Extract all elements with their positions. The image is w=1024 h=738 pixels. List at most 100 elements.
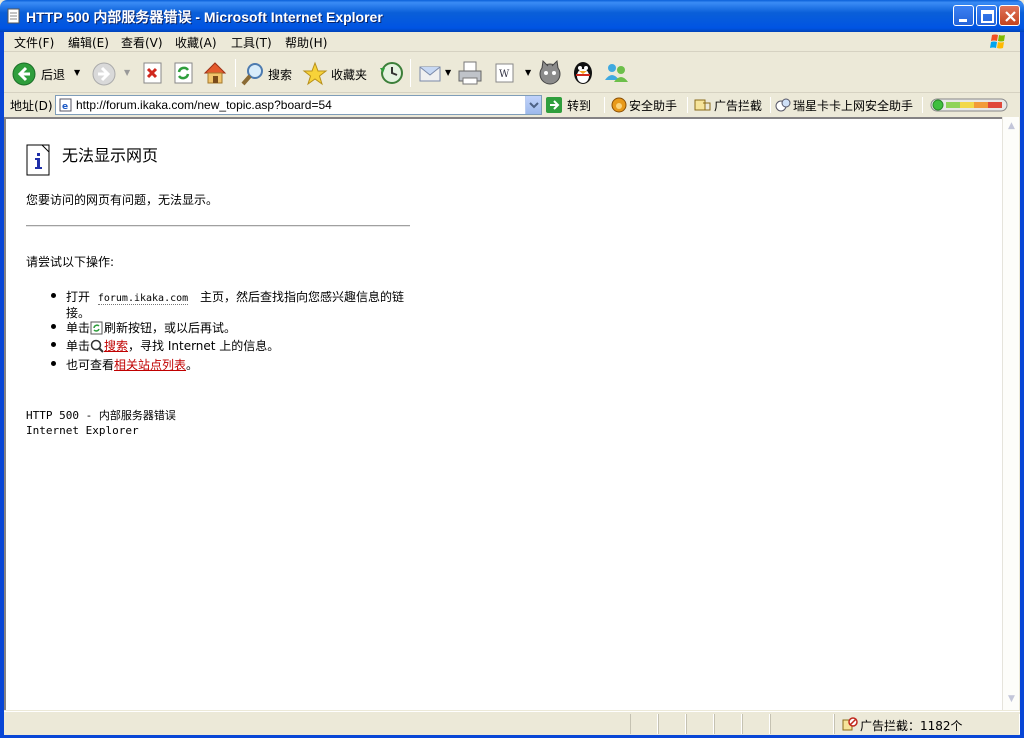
close-button[interactable]	[999, 5, 1020, 26]
lion-shield-icon	[611, 97, 627, 113]
menu-view[interactable]: 查看(V)	[121, 34, 163, 51]
security-helper-label: 安全助手	[629, 99, 678, 113]
svg-text:W: W	[499, 69, 510, 80]
scroll-up-icon[interactable]: ▲	[1004, 119, 1019, 134]
status-cell	[658, 714, 686, 734]
back-dropdown-icon[interactable]: ▼	[74, 68, 80, 77]
rising-helper-icon	[775, 98, 791, 112]
search-link[interactable]: 搜索	[104, 339, 128, 353]
ad-block-icon	[694, 99, 711, 111]
list-item: 打开 forum.ikaka.com 主页，然后查找指向您感兴趣信息的链	[66, 288, 404, 305]
back-button[interactable]: 后退	[10, 58, 80, 88]
go-label: 转到	[567, 99, 592, 113]
try-label: 请尝试以下操作:	[26, 255, 115, 269]
status-cell	[714, 714, 742, 734]
menu-favorites[interactable]: 收藏(A)	[175, 34, 217, 51]
homepage-link[interactable]: forum.ikaka.com	[97, 293, 189, 305]
history-icon[interactable]	[378, 60, 404, 86]
refresh-icon[interactable]	[173, 62, 195, 84]
standard-toolbar: 后退 ▼ ▼ 搜索 收藏夹 ▼ W ▼	[4, 53, 1020, 93]
edit-word-icon[interactable]: W	[494, 62, 516, 84]
related-sites-link[interactable]: 相关站点列表	[114, 358, 186, 372]
scroll-down-icon[interactable]: ▼	[1004, 692, 1019, 707]
messenger-icon[interactable]	[602, 60, 630, 86]
window-frame-right	[1020, 32, 1024, 738]
search-icon	[241, 63, 263, 86]
qq-penguin-icon[interactable]	[570, 59, 596, 87]
bullet-icon	[51, 361, 56, 366]
error-message: 您要访问的网页有问题，无法显示。	[26, 193, 219, 207]
address-dropdown-button[interactable]	[525, 96, 541, 114]
refresh-icon	[90, 321, 103, 335]
vertical-scrollbar[interactable]: ▲ ▼	[1002, 117, 1019, 710]
title-bar: HTTP 500 内部服务器错误 - Microsoft Internet Ex…	[0, 0, 1024, 32]
bullet-icon	[51, 342, 56, 347]
menu-help[interactable]: 帮助(H)	[285, 34, 327, 51]
star-icon	[302, 61, 328, 86]
list-item: 也可查看相关站点列表。	[66, 356, 198, 373]
back-label: 后退	[41, 68, 66, 82]
menu-edit[interactable]: 编辑(E)	[68, 34, 109, 51]
menu-file[interactable]: 文件(F)	[14, 34, 54, 51]
list-item-text: 刷新按钮，或以后再试。	[104, 321, 237, 335]
menu-bar: 文件(F) 编辑(E) 查看(V) 收藏(A) 工具(T) 帮助(H)	[4, 32, 1020, 52]
forward-arrow-icon[interactable]	[92, 62, 116, 86]
status-cell	[742, 714, 770, 734]
maximize-button[interactable]	[976, 5, 997, 26]
svg-text:e: e	[62, 102, 68, 112]
list-item-text: 单击	[66, 321, 91, 335]
security-level-meter-icon	[930, 98, 1008, 112]
bullet-icon	[51, 293, 56, 298]
ad-block-count: 广告拦截：1182个	[860, 719, 963, 733]
divider	[26, 225, 410, 227]
list-item-text: 主页，然后查找指向您感兴趣信息的链	[199, 290, 404, 304]
list-item-text: ，寻找 Internet 上的信息。	[128, 339, 280, 353]
page-heading: 无法显示网页	[62, 146, 159, 165]
address-separator	[687, 97, 688, 113]
status-cell	[686, 714, 714, 734]
status-bar: 广告拦截：1182个	[4, 711, 1020, 735]
toolbar-separator	[410, 59, 411, 87]
minimize-button[interactable]	[953, 5, 974, 26]
window-title: HTTP 500 内部服务器错误 - Microsoft Internet Ex…	[26, 9, 383, 25]
ie-page-icon: e	[59, 98, 72, 112]
list-item: 单击 刷新按钮，或以后再试。	[66, 319, 236, 336]
document-icon	[7, 8, 20, 24]
list-item: 单击 搜索，寻找 Internet 上的信息。	[66, 337, 279, 354]
stop-icon[interactable]	[142, 62, 164, 84]
address-separator	[604, 97, 605, 113]
bullet-icon	[51, 324, 56, 329]
list-item-text: 打开	[66, 290, 91, 304]
address-bar: 地址(D) e http://forum.ikaka.com/new_topic…	[4, 94, 1020, 116]
favorites-label: 收藏夹	[331, 68, 368, 82]
address-label: 地址(D)	[10, 99, 53, 113]
status-cell	[630, 714, 658, 734]
address-url: http://forum.ikaka.com/new_topic.asp?boa…	[76, 98, 332, 112]
mail-icon[interactable]	[418, 62, 444, 84]
info-icon	[26, 144, 50, 176]
edit-dropdown-icon[interactable]: ▼	[525, 68, 531, 77]
print-icon[interactable]	[456, 60, 484, 86]
error-code: HTTP 500 - 内部服务器错误	[26, 409, 176, 422]
address-input[interactable]: e http://forum.ikaka.com/new_topic.asp?b…	[55, 95, 542, 115]
list-item-text: 也可查看	[66, 358, 115, 372]
mail-dropdown-icon[interactable]: ▼	[445, 68, 451, 77]
favorites-button[interactable]: 收藏夹	[302, 58, 372, 88]
forward-dropdown-icon[interactable]: ▼	[124, 68, 130, 77]
back-arrow-icon	[12, 62, 36, 86]
error-source: Internet Explorer	[26, 424, 139, 437]
list-item-text: 。	[186, 358, 199, 372]
toolbar-separator	[235, 59, 236, 87]
status-cell	[770, 714, 834, 734]
search-button[interactable]: 搜索	[240, 58, 296, 88]
ad-block-status-icon[interactable]	[842, 716, 858, 732]
menu-tools[interactable]: 工具(T)	[231, 34, 272, 51]
go-arrow-icon	[546, 97, 562, 113]
rising-cat-icon[interactable]	[537, 59, 563, 87]
rising-helper-label: 瑞星卡卡上网安全助手	[793, 99, 914, 113]
windows-logo-icon	[990, 34, 1005, 49]
ad-block-label: 广告拦截	[714, 99, 763, 113]
address-separator	[770, 97, 771, 113]
home-icon[interactable]	[202, 60, 228, 86]
search-label: 搜索	[268, 68, 293, 82]
